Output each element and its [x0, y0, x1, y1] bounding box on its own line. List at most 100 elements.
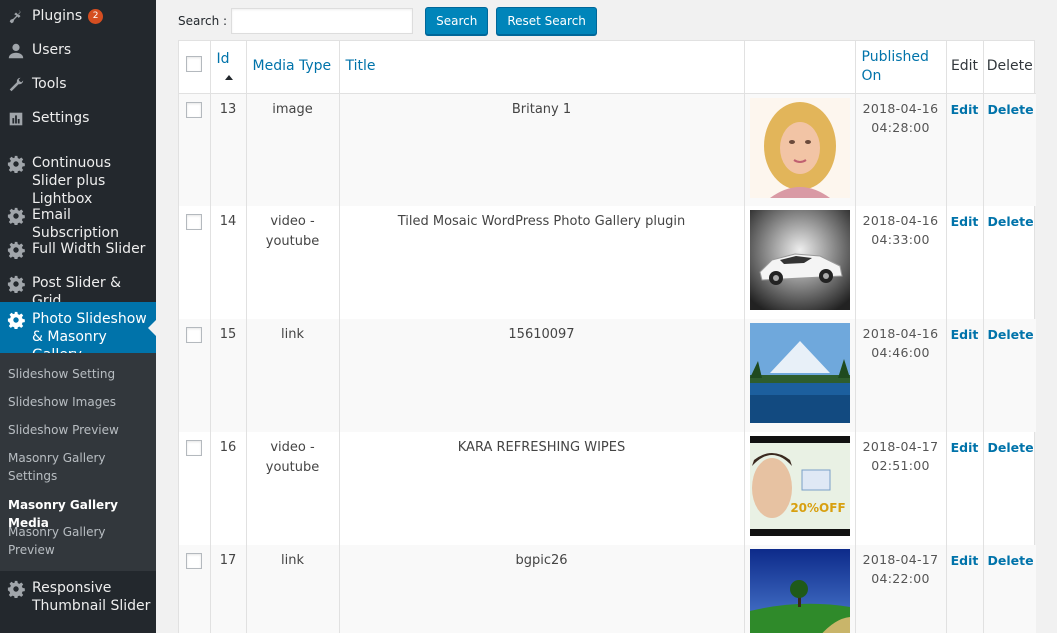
edit-link[interactable]: Edit: [946, 545, 984, 633]
active-menu-arrow: [148, 319, 156, 336]
published-date: 2018-04-16: [862, 100, 939, 116]
published-date: 2018-04-17: [862, 552, 939, 567]
select-all-cell: [179, 41, 211, 93]
gear-icon: [0, 579, 32, 598]
search-bar: Search : Search Reset Search: [178, 6, 597, 36]
edit-link[interactable]: Edit: [946, 206, 984, 319]
submenu-item-slideshow-setting[interactable]: Slideshow Setting: [8, 365, 152, 383]
published-date: 2018-04-16: [862, 213, 939, 228]
title-cell: Tiled Mosaic WordPress Photo Gallery plu…: [339, 206, 745, 319]
delete-link[interactable]: Delete: [983, 545, 1036, 633]
thumbnail-cell: [744, 319, 856, 432]
reset-search-button[interactable]: Reset Search: [496, 7, 597, 35]
sidebar-item-label: Full Width Slider: [32, 241, 146, 257]
sports-car-thumbnail: [749, 210, 850, 310]
row-select-cell: [179, 432, 211, 545]
portrait-woman-thumbnail: [749, 97, 850, 198]
column-header-id[interactable]: Id: [210, 41, 247, 93]
search-input[interactable]: [231, 8, 414, 34]
sidebar-item-photo-slideshow[interactable]: Photo Slideshow & Masonry Gallery: [0, 302, 156, 363]
delete-link[interactable]: Delete: [983, 432, 1036, 545]
published-time: 02:51:00: [871, 458, 930, 473]
published-time: 04:46:00: [871, 345, 930, 360]
row-select-cell: [179, 206, 211, 319]
column-header-edit: Edit: [946, 41, 984, 93]
media-type-cell: video - youtube: [246, 432, 340, 545]
published-cell: 2018-04-16 04:33:00: [855, 206, 947, 319]
thumbnail-cell: [744, 93, 856, 206]
edit-link[interactable]: Edit: [946, 432, 984, 545]
id-sort-link[interactable]: Id: [217, 51, 230, 67]
gear-icon: [0, 206, 32, 225]
column-header-title[interactable]: Title: [339, 41, 745, 93]
thumbnail-cell: [744, 545, 856, 633]
media-type-sort-link[interactable]: Media Type: [253, 58, 332, 74]
column-header-delete: Delete: [986, 58, 1033, 75]
id-cell: 14: [210, 206, 247, 319]
row-checkbox[interactable]: [186, 553, 203, 569]
column-header-media-type[interactable]: Media Type: [246, 41, 340, 93]
table-row: 14 video - youtube Tiled Mosaic WordPres…: [179, 206, 1036, 319]
column-header-published-on[interactable]: Published On: [855, 41, 947, 93]
media-type-cell: image: [246, 93, 340, 206]
thumbnail-cell: [744, 206, 856, 319]
published-time: 04:33:00: [871, 232, 930, 247]
settings-icon: [0, 109, 32, 128]
search-label: Search :: [178, 14, 228, 28]
published-cell: 2018-04-17 04:22:00: [855, 545, 947, 633]
published-cell: 2018-04-16 04:28:00: [855, 93, 947, 206]
row-checkbox[interactable]: [186, 440, 203, 456]
media-type-cell: video - youtube: [246, 206, 340, 319]
media-table: Id Media Type Title Published On Edit De…: [178, 40, 1036, 633]
submenu-item-slideshow-images[interactable]: Slideshow Images: [8, 393, 152, 411]
media-type-cell: link: [246, 319, 340, 432]
table-row: 13 image Britany 1 2018-04-16 04:28:00 Ed…: [179, 93, 1036, 206]
submenu: Slideshow Setting Slideshow Images Slide…: [0, 353, 156, 571]
published-date: 2018-04-17: [862, 439, 939, 454]
edit-link[interactable]: Edit: [946, 319, 984, 432]
sidebar-item-email-subscription[interactable]: Email Subscription: [0, 206, 156, 242]
submenu-item-slideshow-preview[interactable]: Slideshow Preview: [8, 421, 152, 439]
sidebar-item-continuous-slider[interactable]: Continuous Slider plus Lightbox: [0, 154, 156, 208]
row-checkbox[interactable]: [186, 327, 203, 343]
mountain-lake-thumbnail: [749, 323, 850, 423]
id-cell: 17: [210, 545, 247, 633]
gear-icon: [0, 310, 32, 329]
row-checkbox[interactable]: [186, 101, 203, 118]
sidebar-item-label: Email Subscription: [32, 207, 119, 241]
title-cell: Britany 1: [339, 93, 745, 206]
sidebar-item-plugins[interactable]: Plugins 2: [0, 7, 156, 26]
edit-link[interactable]: Edit: [946, 93, 984, 206]
published-on-sort-link[interactable]: Published On: [862, 49, 929, 84]
published-time: 04:22:00: [871, 571, 930, 586]
row-checkbox[interactable]: [186, 214, 203, 230]
select-all-checkbox[interactable]: [186, 55, 203, 72]
published-date: 2018-04-16: [862, 326, 939, 341]
sidebar-item-full-width-slider[interactable]: Full Width Slider: [0, 240, 156, 259]
table-row: 17 link bgpic26 2018-04-17 04:22:00 Edit …: [179, 545, 1036, 633]
submenu-item-masonry-settings[interactable]: Masonry Gallery Settings: [8, 449, 152, 485]
delete-link[interactable]: Delete: [983, 206, 1036, 319]
published-time: 04:28:00: [871, 119, 930, 135]
title-sort-link[interactable]: Title: [346, 58, 376, 74]
table-row: 16 video - youtube KARA REFRESHING WIPES…: [179, 432, 1036, 545]
id-cell: 13: [210, 93, 247, 206]
green-field-thumbnail: [749, 549, 850, 633]
sidebar-item-label: Plugins: [32, 8, 83, 24]
update-count-badge: 2: [88, 9, 104, 24]
row-select-cell: [179, 545, 211, 633]
sidebar-item-label: Settings: [32, 110, 90, 126]
sidebar-item-settings[interactable]: Settings: [0, 109, 156, 128]
submenu-item-masonry-preview[interactable]: Masonry Gallery Preview: [8, 523, 152, 559]
sidebar-item-users[interactable]: Users: [0, 41, 156, 60]
delete-link[interactable]: Delete: [983, 319, 1036, 432]
delete-link[interactable]: Delete: [983, 93, 1036, 206]
search-button[interactable]: Search: [425, 7, 489, 35]
sidebar-item-responsive-thumbnail-slider[interactable]: Responsive Thumbnail Slider: [0, 579, 156, 615]
sidebar-item-tools[interactable]: Tools: [0, 75, 156, 94]
title-cell: 15610097: [339, 319, 745, 432]
row-select-cell: [179, 319, 211, 432]
gear-icon: [0, 154, 32, 173]
thumbnail-cell: 20%OFF: [744, 432, 856, 545]
wipes-advert-thumbnail: 20%OFF: [749, 436, 850, 536]
